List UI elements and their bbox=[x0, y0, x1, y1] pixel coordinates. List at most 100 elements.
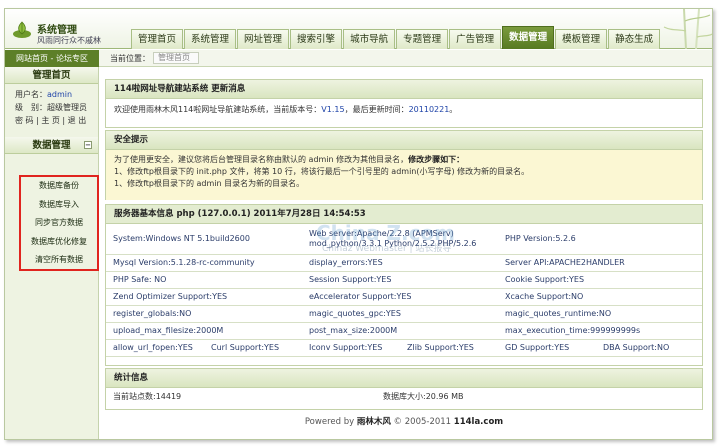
sidebar-data-title-label: 数据管理 bbox=[32, 140, 71, 151]
table-cell: Cookie Support:YES bbox=[498, 271, 702, 289]
table-cell: Web server:Apache/2.2.8 (APMServ) mod_py… bbox=[302, 224, 498, 255]
table-cell: Iconv Support:YES bbox=[302, 339, 400, 357]
security-panel: 安全提示 为了使用更安全，建议您将后台管理目录名称由默认的 admin 修改为其… bbox=[105, 130, 703, 200]
logo: 系统管理 风雨同行众不戚林 bbox=[11, 15, 131, 47]
welcome-title: 114啦网址导航建站系统 更新消息 bbox=[106, 80, 702, 99]
level-label: 级 别： bbox=[15, 103, 47, 112]
table-cell: register_globals:NO bbox=[106, 305, 302, 323]
sub-bar: 网站首页 - 论坛专区 当前位置： 管理首页 bbox=[5, 50, 712, 67]
table-cell: display_errors:YES bbox=[302, 254, 498, 272]
sidebar: 管理首页 用户名：admin 级 别：超级管理员 密 码 | 主 页 | 退 出… bbox=[5, 67, 99, 439]
table-cell: DBA Support:NO bbox=[596, 339, 702, 357]
tab-search-engines[interactable]: 搜索引擎 bbox=[290, 29, 343, 49]
breadcrumb-label: 当前位置： bbox=[110, 54, 150, 63]
stats-row: 当前站点数:14419 数据库大小:20.96 MB bbox=[106, 388, 702, 405]
main-tabs: 管理首页 系统管理 网址管理 搜索引擎 城市导航 专题管理 广告管理 数据管理 … bbox=[131, 26, 661, 49]
welcome-panel: 114啦网址导航建站系统 更新消息 欢迎使用雨林木风114啦网址导航建站系统，当… bbox=[105, 79, 703, 128]
security-line-1-text: 为了使用更安全，建议您将后台管理目录名称由默认的 admin 修改为其他目录名， bbox=[114, 155, 409, 164]
data-menu-highlight: 数据库备份 数据库导入 同步官方数据 数据库优化修复 清空所有数据 bbox=[19, 175, 99, 271]
security-body: 为了使用更安全，建议您将后台管理目录名称由默认的 admin 修改为其他目录名，… bbox=[106, 150, 702, 200]
sidebar-item-clear-data[interactable]: 清空所有数据 bbox=[21, 251, 97, 270]
welcome-text-c: 。 bbox=[449, 105, 458, 114]
tab-admin-home[interactable]: 管理首页 bbox=[131, 29, 184, 49]
footer-site[interactable]: 114la.com bbox=[454, 417, 503, 427]
table-row: System:Windows NT 5.1build2600 Web serve… bbox=[106, 224, 702, 255]
sidebar-home-title[interactable]: 管理首页 bbox=[5, 67, 98, 84]
update-date: 20110221 bbox=[408, 105, 450, 114]
footer-copyright: © 2005-2011 bbox=[390, 417, 454, 427]
stats-sites: 当前站点数:14419 bbox=[113, 392, 182, 401]
user-links[interactable]: 密 码 | 主 页 | 退 出 bbox=[5, 114, 98, 127]
table-cell: Mysql Version:5.1.28-rc-community bbox=[106, 254, 302, 272]
security-steps-label: 修改步骤如下： bbox=[408, 155, 465, 164]
welcome-text: 欢迎使用雨林木风114啦网址导航建站系统，当前版本号：V1.15，最后更新时间：… bbox=[106, 99, 702, 119]
stats-title: 统计信息 bbox=[106, 369, 702, 388]
sidebar-item-sync-official[interactable]: 同步官方数据 bbox=[21, 214, 97, 233]
level-value: 超级管理员 bbox=[47, 103, 87, 112]
table-cell: Xcache Support:NO bbox=[498, 288, 702, 306]
table-cell: Server API:APACHE2HANDLER bbox=[498, 254, 702, 272]
table-cell: upload_max_filesize:2000M bbox=[106, 322, 302, 340]
table-row: Mysql Version:5.1.28-rc-community displa… bbox=[106, 254, 702, 272]
security-line-1: 为了使用更安全，建议您将后台管理目录名称由默认的 admin 修改为其他目录名，… bbox=[114, 154, 694, 166]
app-window: 系统管理 风雨同行众不戚林 管理首页 系统管理 网址管理 搜索引擎 城市导航 专… bbox=[4, 8, 713, 440]
table-cell: magic_quotes_runtime:NO bbox=[498, 305, 702, 323]
table-row: upload_max_filesize:2000M post_max_size:… bbox=[106, 322, 702, 340]
sidebar-item-db-optimize[interactable]: 数据库优化修复 bbox=[21, 233, 97, 252]
stats-db-size: 数据库大小:20.96 MB bbox=[383, 392, 464, 401]
tab-urls[interactable]: 网址管理 bbox=[237, 29, 290, 49]
table-row: register_globals:NO magic_quotes_gpc:YES… bbox=[106, 305, 702, 323]
table-cell: Session Support:YES bbox=[302, 271, 498, 289]
logo-title: 系统管理 bbox=[37, 25, 77, 36]
stats-panel: 统计信息 当前站点数:14419 数据库大小:20.96 MB bbox=[105, 368, 703, 410]
security-line-3: 1、修改ftp根目录下的 admin 目录名为新的目录名。 bbox=[114, 179, 305, 188]
tab-templates[interactable]: 模板管理 bbox=[555, 29, 608, 49]
welcome-text-b: ，最后更新时间： bbox=[344, 105, 409, 114]
security-line-2: 1、修改ftp根目录下的 init.php 文件，将第 10 行，将该行最后一个… bbox=[114, 167, 530, 176]
tab-data[interactable]: 数据管理 bbox=[502, 26, 555, 49]
version-value: V1.15 bbox=[321, 105, 345, 114]
table-cell: allow_url_fopen:YES bbox=[106, 339, 204, 357]
table-cell: GD Support:YES bbox=[498, 339, 596, 357]
logo-subtitle: 风雨同行众不戚林 bbox=[37, 36, 101, 45]
table-cell: System:Windows NT 5.1build2600 bbox=[106, 224, 302, 255]
footer-brand[interactable]: 雨林木风 bbox=[357, 417, 391, 427]
table-row: PHP Safe: NO Session Support:YES Cookie … bbox=[106, 271, 702, 289]
tab-system[interactable]: 系统管理 bbox=[184, 29, 237, 49]
table-cell: PHP Version:5.2.6 bbox=[498, 224, 702, 255]
table-cell: max_execution_time:999999999s bbox=[498, 322, 702, 340]
table-row: allow_url_fopen:YES Curl Support:YES Ico… bbox=[106, 339, 702, 357]
bamboo-decoration-icon bbox=[663, 9, 712, 49]
table-cell: PHP Safe: NO bbox=[106, 271, 302, 289]
tab-ads[interactable]: 广告管理 bbox=[449, 29, 502, 49]
user-info: 用户名：admin 级 别：超级管理员 bbox=[5, 84, 98, 114]
tab-topics[interactable]: 专题管理 bbox=[396, 29, 449, 49]
sidebar-item-db-backup[interactable]: 数据库备份 bbox=[21, 177, 97, 196]
username-value: admin bbox=[47, 90, 73, 99]
welcome-text-a: 欢迎使用雨林木风114啦网址导航建站系统，当前版本号： bbox=[114, 105, 322, 114]
table-cell: magic_quotes_gpc:YES bbox=[302, 305, 498, 323]
tab-city-nav[interactable]: 城市导航 bbox=[343, 29, 396, 49]
table-cell: Zend Optimizer Support:YES bbox=[106, 288, 302, 306]
footer: Powered by 雨林木风 © 2005-2011 114la.com bbox=[105, 413, 703, 431]
server-info-panel: 服务器基本信息 php (127.0.0.1) 2011年7月28日 14:54… bbox=[105, 204, 703, 366]
sidebar-data-title[interactable]: 数据管理 − bbox=[5, 137, 98, 154]
username-row: 用户名：admin bbox=[15, 88, 92, 101]
server-info-title: 服务器基本信息 php (127.0.0.1) 2011年7月28日 14:54… bbox=[106, 205, 702, 224]
collapse-icon[interactable]: − bbox=[84, 141, 92, 149]
security-title: 安全提示 bbox=[106, 131, 702, 150]
sidebar-item-db-import[interactable]: 数据库导入 bbox=[21, 196, 97, 215]
logo-icon bbox=[13, 21, 31, 38]
level-row: 级 别：超级管理员 bbox=[15, 101, 92, 114]
main-content: 114啦网址导航建站系统 更新消息 欢迎使用雨林木风114啦网址导航建站系统，当… bbox=[105, 67, 703, 427]
table-cell: eAccelerator Support:YES bbox=[302, 288, 498, 306]
table-cell: post_max_size:2000M bbox=[302, 322, 498, 340]
table-row: Zend Optimizer Support:YES eAccelerator … bbox=[106, 288, 702, 306]
footer-prefix: Powered by bbox=[304, 417, 357, 427]
table-cell: Zlib Support:YES bbox=[400, 339, 498, 357]
site-home-forum-link[interactable]: 网站首页 - 论坛专区 bbox=[5, 50, 99, 67]
server-info-table: System:Windows NT 5.1build2600 Web serve… bbox=[106, 224, 702, 357]
username-label: 用户名： bbox=[15, 90, 47, 99]
breadcrumb: 管理首页 bbox=[153, 52, 199, 64]
table-cell: Curl Support:YES bbox=[204, 339, 302, 357]
